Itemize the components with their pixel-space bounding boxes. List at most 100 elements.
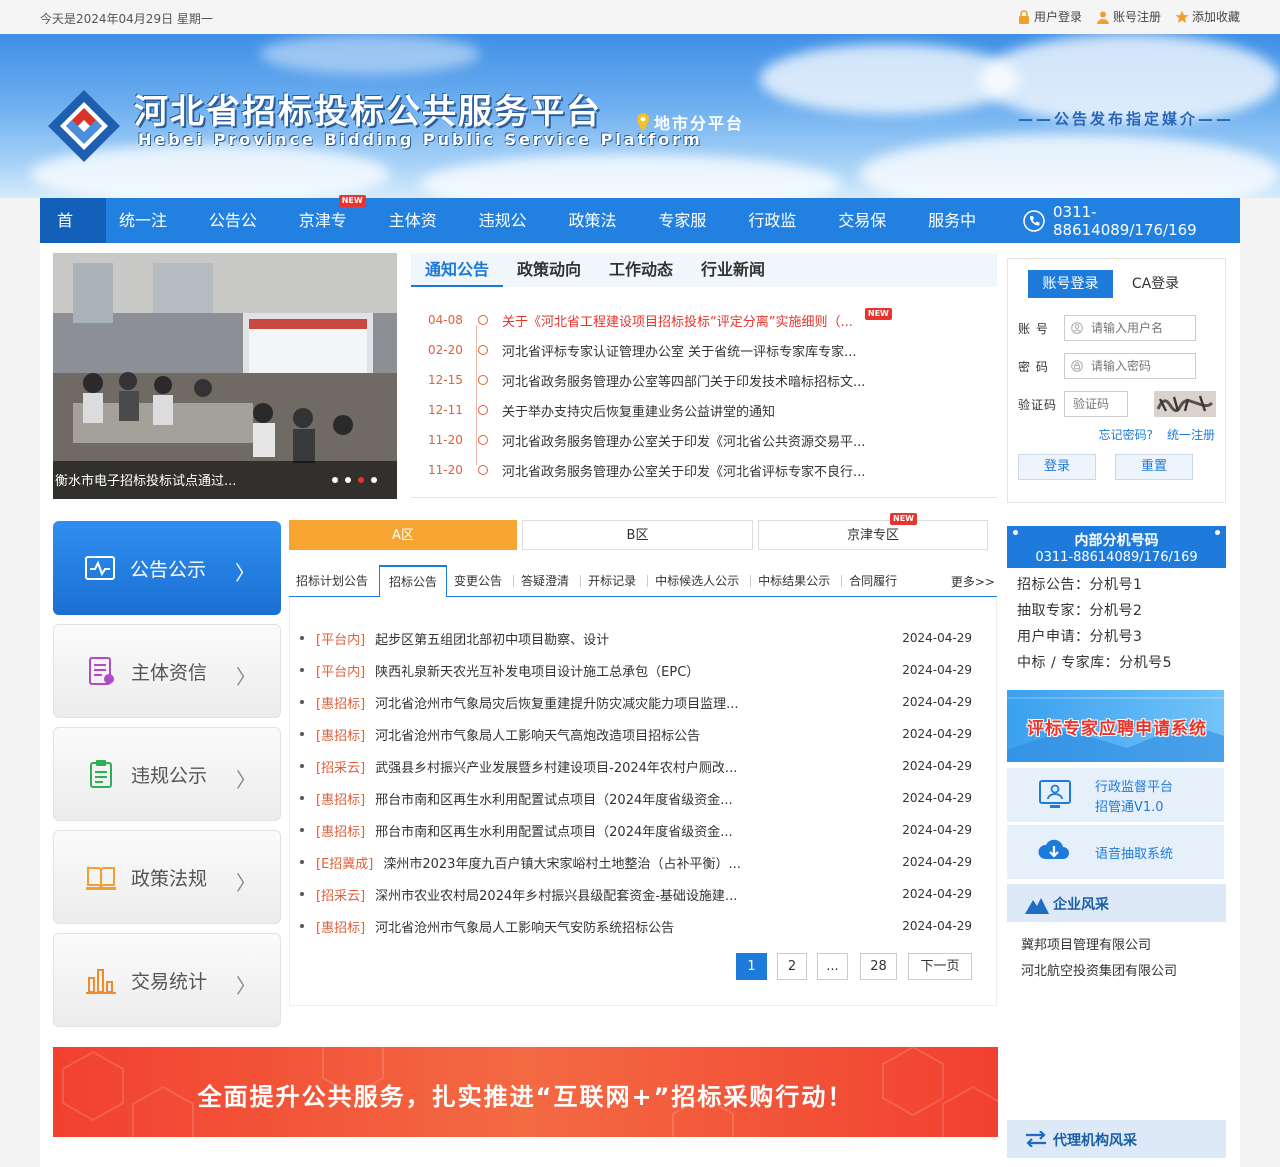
announcement-item[interactable]: [招采云] 武强县乡村振兴产业发展暨乡村建设项目-2024年农村户厕改... 202… [300,750,975,782]
news-slideshow[interactable]: 衡水市电子招标投标试点通过... [53,253,397,499]
side-menu-label: 交易统计 [131,970,208,993]
extension-title: 内部分机号码 [1074,533,1159,549]
nav-item-announcements[interactable]: 公告公示 [196,198,286,275]
announcement-item[interactable]: [E招冀成] 滦州市2023年度九百户镇大宋家峪村土地整治（占补平衡）... 202… [300,846,975,878]
announcement-date: 2024-04-29 [902,695,972,709]
announcement-item[interactable]: [招采云] 深州市农业农村局2024年乡村振兴县级配套资金-基础设施建... 202… [300,878,975,910]
more-link[interactable]: 更多>> [951,573,995,590]
password-row: 密 码 [1018,353,1196,379]
side-menu-announcements[interactable]: 公告公示 〉 [53,521,281,615]
nav-item-jingjin[interactable]: 京津专区NEW [286,195,376,275]
zone-tab-a[interactable]: A区 [289,520,517,550]
page-2-button[interactable]: 2 [777,953,807,980]
news-item[interactable]: 12-11 关于举办支持灾后恢复重建业务公益讲堂的通知 [411,395,997,425]
enterprise-item[interactable]: 河北航空投资集团有限公司 [1021,959,1177,985]
announcement-item[interactable]: [惠招标] 河北省沧州市气象局灾后恢复重建提升防灾减灾能力项目监理... 2024-… [300,686,975,718]
user-login-link[interactable]: 用户登录 [1017,8,1082,25]
captcha-image[interactable] [1154,391,1216,417]
supervision-line2: 招管通V1.0 [1095,800,1164,815]
news-item[interactable]: 11-20 河北省政务服务管理办公室关于印发《河北省评标专家不良行... [411,455,997,485]
unified-register-link[interactable]: 统一注册 [1167,426,1215,443]
slide-caption[interactable]: 衡水市电子招标投标试点通过... [55,470,236,489]
tab-account-login[interactable]: 账号登录 [1028,270,1113,298]
tab-award-result[interactable]: 中标结果公示 [751,566,841,596]
announcement-date: 2024-04-29 [902,919,972,933]
nav-item-credit[interactable]: 主体资信 [376,198,466,275]
news-item[interactable]: 11-20 河北省政务服务管理办公室关于印发《河北省公共资源交易平... [411,425,997,455]
side-menu-policy[interactable]: 政策法规 〉 [53,830,281,924]
nav-item-supervision[interactable]: 行政监督 [735,198,825,275]
captcha-input[interactable] [1064,391,1128,417]
news-item[interactable]: 12-15 河北省政务服务管理办公室等四部门关于印发技术暗标招标文... [411,365,997,395]
announcement-item[interactable]: [平台内] 陕西礼泉新天农光互补发电项目设计施工总承包（EPC） 2024-04-2… [300,654,975,686]
tab-bid-notice[interactable]: 招标公告 [379,565,448,597]
nav-item-guarantee[interactable]: 交易保障 [825,198,915,275]
announcement-source-tag: [惠招标] [316,792,366,808]
tab-work-updates[interactable]: 工作动态 [595,253,687,287]
nav-item-register[interactable]: 统一注册 [106,198,196,275]
nav-item-policy[interactable]: 政策法规 [556,198,646,275]
main-nav: 首页 统一注册 公告公示 京津专区NEW 主体资信 违规公示 政策法规 专家服务… [40,195,1240,275]
next-page-button[interactable]: 下一页 [908,953,972,980]
book-icon [86,867,116,890]
extension-phone: 0311-88614089/176/169 [1035,550,1198,565]
nav-item-service-center[interactable]: 服务中心 [915,198,1005,275]
voice-extraction-link[interactable]: 语音抽取系统 [1007,825,1224,879]
enterprise-item[interactable]: 冀邦项目管理有限公司 [1021,933,1177,959]
tab-bid-plan[interactable]: 招标计划公告 [289,566,379,596]
password-input[interactable] [1064,353,1196,379]
announcement-item[interactable]: [惠招标] 邢台市南和区再生水利用配置试点项目（2024年度省级资金... 2024… [300,814,975,846]
nav-item-violations[interactable]: 违规公示 [466,198,556,275]
news-item[interactable]: 04-08 关于《河北省工程建设项目招标投标“评定分离”实施细则（... NEW [411,305,997,335]
tab-clarification[interactable]: 答疑澄清 [514,566,580,596]
bar-chart-icon [86,969,116,994]
city-platform-link[interactable]: 地市分平台 [636,110,744,134]
page-28-button[interactable]: 28 [860,953,897,980]
side-menu-violations[interactable]: 违规公示 〉 [53,727,281,821]
announcement-item[interactable]: [惠招标] 河北省沧州市气象局人工影响天气安防系统招标公告 2024-04-29 [300,910,975,942]
username-input[interactable] [1064,315,1196,341]
side-menu-statistics[interactable]: 交易统计 〉 [53,933,281,1027]
slide-dot[interactable] [371,477,377,483]
tab-industry-news[interactable]: 行业新闻 [687,253,779,287]
timeline-dot-icon [478,405,488,415]
announcement-source-tag: [平台内] [316,632,366,648]
current-date: 今天是2024年04月29日 星期一 [40,12,213,26]
announcement-source-tag: [惠招标] [316,696,366,712]
tab-opening-record[interactable]: 开标记录 [581,566,647,596]
login-button[interactable]: 登录 [1018,454,1096,480]
nav-item-home[interactable]: 首页 [40,198,106,275]
account-row: 账 号 [1018,315,1196,341]
extension-item: 抽取专家：分机号2 [1017,603,1143,619]
supervision-platform-link[interactable]: 行政监督平台 招管通V1.0 [1007,768,1224,822]
announcement-item[interactable]: [惠招标] 邢台市南和区再生水利用配置试点项目（2024年度省级资金... 2024… [300,782,975,814]
reset-button[interactable]: 重置 [1115,454,1193,480]
add-favorite-link[interactable]: 添加收藏 [1175,8,1240,25]
news-title: 关于《河北省工程建设项目招标投标“评定分离”实施细则（... [502,314,853,330]
announcement-title: 邢台市南和区再生水利用配置试点项目（2024年度省级资金... [375,824,733,840]
nav-item-experts[interactable]: 专家服务 [645,198,735,275]
promo-banner[interactable]: 全面提升公共服务，扎实推进“互联网+”招标采购行动！ [53,1047,998,1137]
news-item[interactable]: 02-20 河北省评标专家认证管理办公室 关于省统一评标专家库专家... [411,335,997,365]
forgot-password-link[interactable]: 忘记密码? [1099,426,1153,443]
tab-ca-login[interactable]: CA登录 [1113,270,1198,298]
announcement-title: 深州市农业农村局2024年乡村振兴县级配套资金-基础设施建... [375,888,738,904]
tab-notices[interactable]: 通知公告 [411,253,504,287]
register-link[interactable]: 账号注册 [1096,8,1161,25]
tab-contract[interactable]: 合同履行 [842,566,908,596]
side-menu-credit[interactable]: 主体资信 〉 [53,624,281,718]
announcement-item[interactable]: [惠招标] 河北省沧州市气象局人工影响天气高炮改造项目招标公告 2024-04-29 [300,718,975,750]
expert-application-banner[interactable]: 评标专家应聘申请系统 [1007,690,1224,762]
tab-policy-trends[interactable]: 政策动向 [503,253,595,287]
slide-dot[interactable] [332,477,338,483]
zone-tab-jingjin[interactable]: 京津专区 NEW [758,513,988,550]
slide-dot[interactable] [345,477,351,483]
new-badge: NEW [864,308,892,320]
tab-candidate-notice[interactable]: 中标候选人公示 [648,566,750,596]
page-1-button[interactable]: 1 [736,953,767,980]
tab-change-notice[interactable]: 变更公告 [447,566,513,596]
announcement-item[interactable]: [平台内] 起步区第五组团北部初中项目勘察、设计 2024-04-29 [300,622,975,654]
bullet-icon [300,732,304,736]
zone-tab-b[interactable]: B区 [522,520,753,550]
slide-dot-active[interactable] [358,477,364,483]
